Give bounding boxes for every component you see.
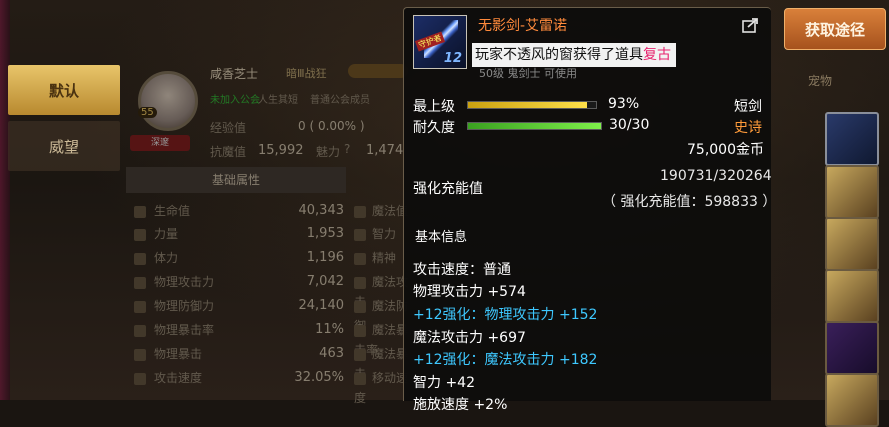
stat-row: 物理暴击率 11% xyxy=(134,320,344,340)
stat-row: 力量 1,953 xyxy=(134,224,344,244)
equip-slot[interactable] xyxy=(825,269,879,323)
stat-right: 精神 xyxy=(354,248,396,268)
share-icon[interactable] xyxy=(742,17,760,33)
attr-line: 施放速度 +2% xyxy=(413,397,508,413)
stat-row: 体力 1,196 xyxy=(134,248,344,268)
system-notice: 玩家不透风的窗获得了道具复古 xyxy=(472,43,676,67)
charge-label: 强化充能值 xyxy=(413,181,483,197)
stat-icon xyxy=(354,276,366,289)
stat-icon xyxy=(134,300,146,313)
equip-slot[interactable] xyxy=(825,321,879,375)
stat-icon xyxy=(134,348,146,361)
item-name: 无影剑-艾雷诺 xyxy=(478,18,568,34)
stat-icon xyxy=(354,300,366,313)
resist-value: 15,992 xyxy=(258,143,304,158)
guild-status: 未加入公会 xyxy=(210,95,260,106)
charm-value: 1,474 xyxy=(366,143,404,158)
equip-slot[interactable] xyxy=(825,217,879,271)
item-type: 短剑 xyxy=(734,99,762,115)
section-basic-stats: 基础属性 xyxy=(126,167,346,193)
title-chip xyxy=(348,64,408,78)
exp-value: 0 ( 0.00% ) xyxy=(298,119,365,133)
durability-bar xyxy=(467,122,602,130)
stat-row: 物理防御力 24,140 xyxy=(134,296,344,316)
stat-right: 智力 xyxy=(354,224,396,244)
equip-slot[interactable] xyxy=(825,165,879,219)
enhance-level: 12 xyxy=(443,51,462,66)
stat-right: 魔法值 xyxy=(354,201,408,221)
left-tabs: 默认 威望 xyxy=(8,65,120,177)
grade-pct: 93% xyxy=(608,96,640,112)
red-button[interactable]: 深邃 xyxy=(130,135,190,151)
guild-name: 人生其短 xyxy=(258,95,298,106)
stat-icon xyxy=(354,205,366,218)
character-title: 暗Ⅲ战狂 xyxy=(286,67,327,80)
stat-icon xyxy=(354,348,366,361)
stat-row: 生命值 40,343 xyxy=(134,201,344,221)
stat-icon xyxy=(354,228,366,241)
basic-info-title: 基本信息 xyxy=(415,230,468,245)
tab-default[interactable]: 默认 xyxy=(8,65,120,115)
grade-bar xyxy=(467,101,597,109)
equip-slot[interactable] xyxy=(825,373,879,427)
attr-line-enhance: +12强化：魔法攻击力 +182 xyxy=(413,352,598,368)
stat-row: 物理暴击 463 xyxy=(134,344,344,364)
durability-value: 30/30 xyxy=(609,117,650,133)
stat-icon xyxy=(134,205,146,218)
charge-detail: （ 强化充能值：598833 ） xyxy=(602,194,777,210)
charge-value: 190731/320264 xyxy=(660,168,772,184)
character-name: 咸香芝士 xyxy=(210,67,259,81)
stat-row: 物理攻击力 7,042 xyxy=(134,272,344,292)
pet-label: 宠物 xyxy=(808,74,833,88)
attr-line: 攻击速度：普通 xyxy=(413,262,511,278)
attr-line: 魔法攻击力 +697 xyxy=(413,330,526,346)
window-edge xyxy=(0,0,10,400)
attr-line-enhance: +12强化：物理攻击力 +152 xyxy=(413,307,598,323)
character-panel: 55 咸香芝士 暗Ⅲ战狂 未加入公会 人生其短 普通公会成员 经验值 0 ( 0… xyxy=(126,55,416,405)
item-icon: 守护者 12 xyxy=(413,15,467,69)
durability-label: 耐久度 xyxy=(413,120,455,136)
guild-role: 普通公会成员 xyxy=(310,95,370,106)
acquire-button[interactable]: 获取途径 xyxy=(784,8,886,50)
item-subinfo: 50级 鬼剑士 可使用 xyxy=(479,67,577,80)
stat-icon xyxy=(134,324,146,337)
stat-icon xyxy=(354,372,366,385)
charm-label: 魅力 xyxy=(316,145,341,159)
stat-row: 攻击速度 32.05% xyxy=(134,368,344,388)
resist-label: 抗魔值 xyxy=(210,145,247,159)
stat-icon xyxy=(134,372,146,385)
attr-line: 智力 +42 xyxy=(413,375,475,391)
exp-label: 经验值 xyxy=(210,121,247,135)
stat-icon xyxy=(354,324,366,337)
item-price: 75,000金币 xyxy=(687,142,764,158)
question-icon[interactable]: ? xyxy=(344,142,350,156)
attr-line: 物理攻击力 +574 xyxy=(413,284,526,300)
stat-icon xyxy=(134,276,146,289)
stat-icon xyxy=(134,228,146,241)
level-badge: 55 xyxy=(138,107,157,118)
equip-slot-weapon[interactable] xyxy=(825,112,879,166)
item-rarity: 史诗 xyxy=(734,120,762,136)
grade-label: 最上级 xyxy=(413,99,455,115)
stat-icon xyxy=(134,252,146,265)
tab-prestige[interactable]: 威望 xyxy=(8,121,120,171)
stat-icon xyxy=(354,252,366,265)
item-tooltip: 守护者 12 无影剑-艾雷诺 玩家不透风的窗获得了道具复古 50级 鬼剑士 可使… xyxy=(403,7,776,413)
avatar[interactable] xyxy=(138,71,198,131)
